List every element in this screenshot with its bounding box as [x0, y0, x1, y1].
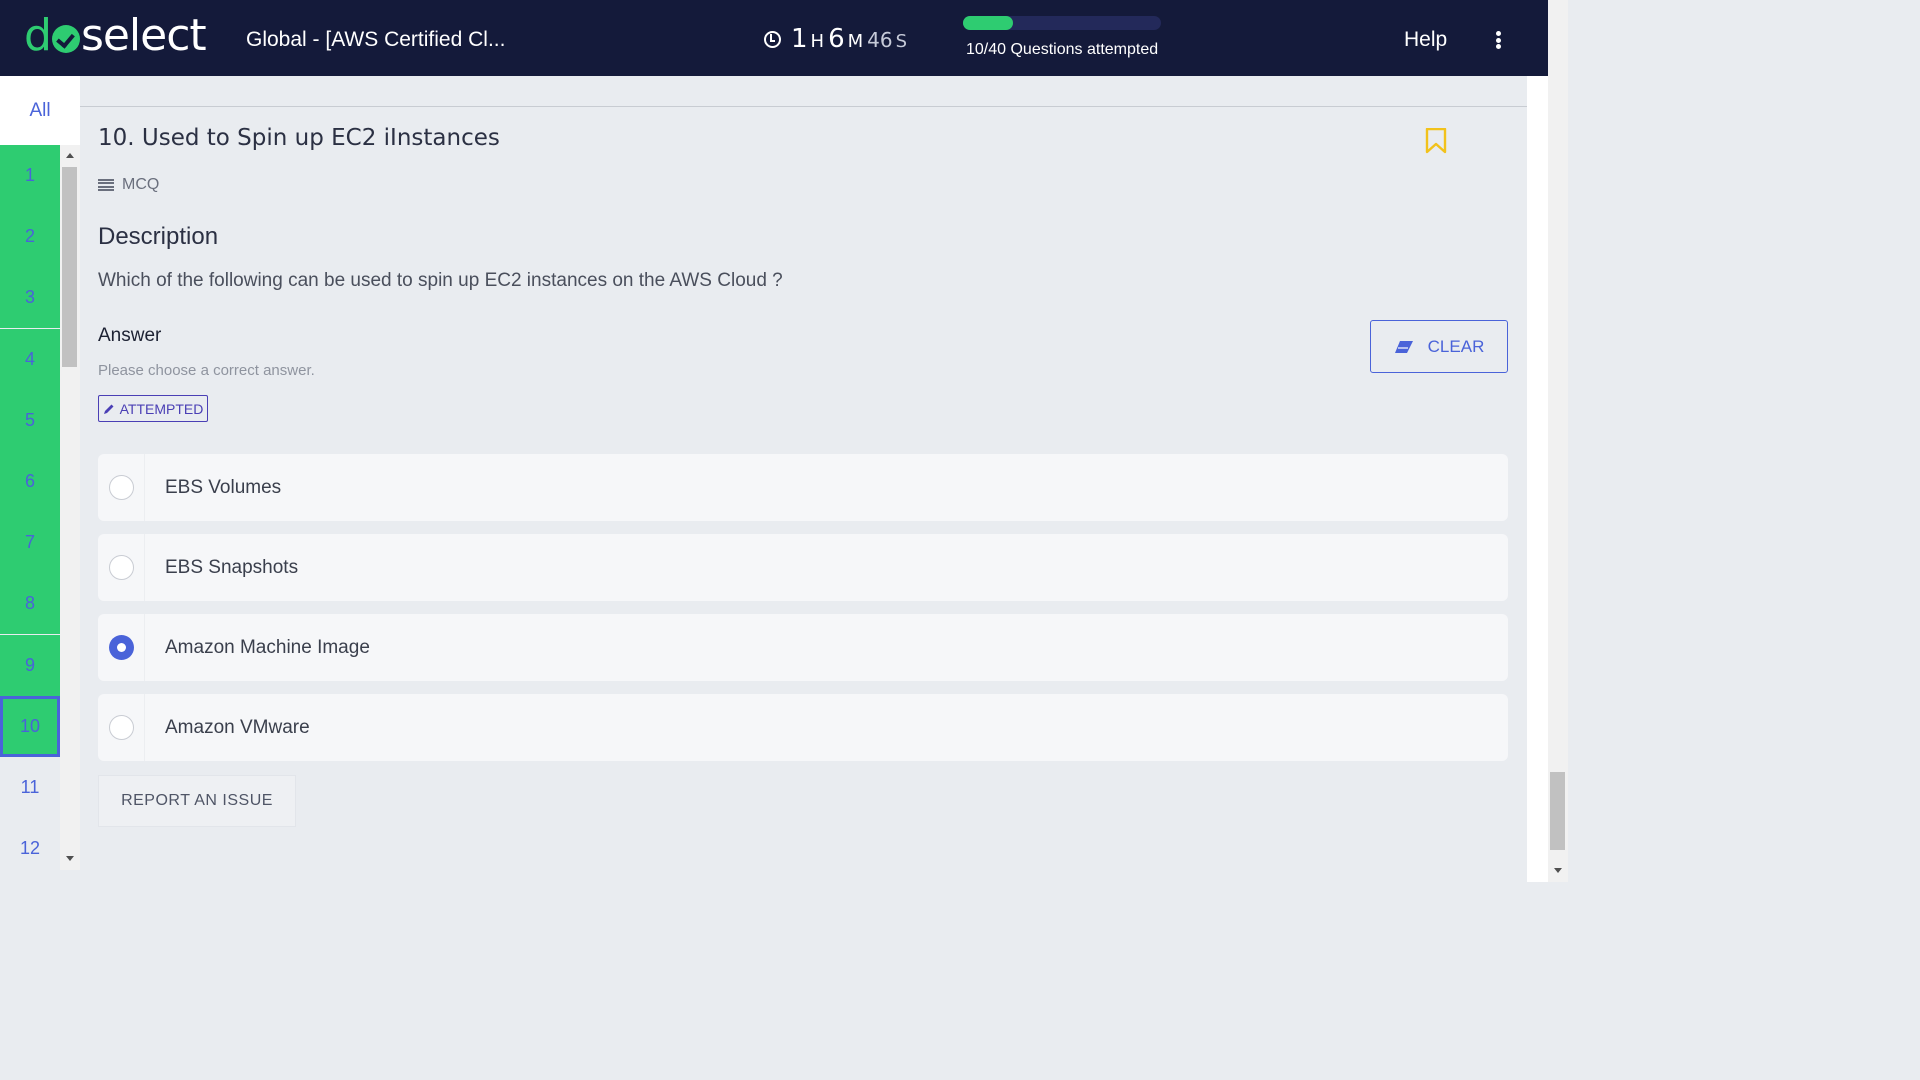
question-title: 10. Used to Spin up EC2 iInstances: [98, 125, 500, 151]
option-label: EBS Volumes: [165, 476, 282, 498]
answer-option[interactable]: EBS Snapshots: [98, 534, 1508, 601]
top-bar: d select Global - [AWS Certified Cl... 1 …: [0, 0, 1548, 76]
nav-question-3[interactable]: 3: [0, 267, 60, 329]
doselect-logo: d select: [24, 10, 207, 61]
pencil-icon: [103, 404, 114, 414]
nav-question-1[interactable]: 1: [0, 145, 60, 206]
nav-question-8[interactable]: 8: [0, 573, 60, 635]
nav-question-7[interactable]: 7: [0, 512, 60, 574]
clock-icon: [764, 30, 781, 48]
nav-filter-all[interactable]: All: [0, 76, 80, 145]
nav-question-10[interactable]: 10: [0, 695, 60, 757]
option-radio[interactable]: [108, 635, 134, 660]
test-title: Global - [AWS Certified Cl...: [246, 28, 506, 51]
nav-question-11[interactable]: 11: [0, 757, 60, 818]
option-label: Amazon VMware: [165, 716, 310, 738]
nav-scrollbar[interactable]: [60, 145, 80, 870]
question-nav-list: 1 2 3 4 5 6 7 8 9 10 11 12: [0, 145, 60, 882]
radio-cell[interactable]: [98, 534, 145, 601]
page-scrollbar[interactable]: [1548, 0, 1568, 882]
option-radio[interactable]: [108, 475, 134, 500]
list-icon: [98, 179, 114, 191]
bookmark-icon[interactable]: [1425, 127, 1447, 159]
clear-button[interactable]: CLEAR: [1370, 320, 1508, 373]
countdown-timer: 1 H 6 M 46 S: [764, 24, 911, 54]
report-issue-button[interactable]: REPORT AN ISSUE: [98, 775, 296, 827]
nav-question-12[interactable]: 12: [0, 818, 60, 880]
nav-question-5[interactable]: 5: [0, 389, 60, 451]
scroll-down-icon[interactable]: [66, 856, 74, 861]
scroll-down-icon[interactable]: [1554, 868, 1562, 873]
nav-question-9[interactable]: 9: [0, 634, 60, 696]
answer-option[interactable]: Amazon Machine Image: [98, 614, 1508, 681]
question-type: MCQ: [98, 176, 159, 194]
option-radio[interactable]: [108, 715, 134, 740]
option-label: Amazon Machine Image: [165, 636, 370, 658]
radio-cell[interactable]: [98, 454, 145, 521]
option-label: EBS Snapshots: [165, 556, 299, 578]
nav-question-4[interactable]: 4: [0, 328, 60, 390]
page-scrollbar-thumb[interactable]: [1550, 772, 1565, 850]
radio-cell[interactable]: [98, 694, 145, 761]
answer-hint: Please choose a correct answer.: [98, 362, 315, 379]
description-heading: Description: [98, 223, 219, 250]
progress-label: 10/40 Questions attempted: [966, 41, 1159, 58]
help-link[interactable]: Help: [1404, 28, 1447, 52]
nav-scrollbar-thumb[interactable]: [62, 167, 77, 367]
description-text: Which of the following can be used to sp…: [98, 270, 783, 291]
answer-option[interactable]: Amazon VMware: [98, 694, 1508, 761]
answer-option[interactable]: EBS Volumes: [98, 454, 1508, 521]
kebab-menu-icon[interactable]: [1494, 31, 1502, 49]
eraser-icon: [1394, 340, 1413, 353]
nav-question-2[interactable]: 2: [0, 206, 60, 268]
option-radio[interactable]: [108, 555, 134, 580]
nav-question-6[interactable]: 6: [0, 451, 60, 512]
status-badge: ATTEMPTED: [98, 395, 208, 422]
radio-cell[interactable]: [98, 614, 145, 681]
progress-bar-fill: [963, 16, 1013, 30]
divider: [80, 106, 1527, 107]
check-circle-icon: [51, 24, 80, 53]
answer-heading: Answer: [98, 325, 162, 346]
progress-bar: [963, 16, 1161, 30]
content-edge: [1527, 76, 1548, 882]
scroll-up-icon[interactable]: [66, 153, 74, 158]
